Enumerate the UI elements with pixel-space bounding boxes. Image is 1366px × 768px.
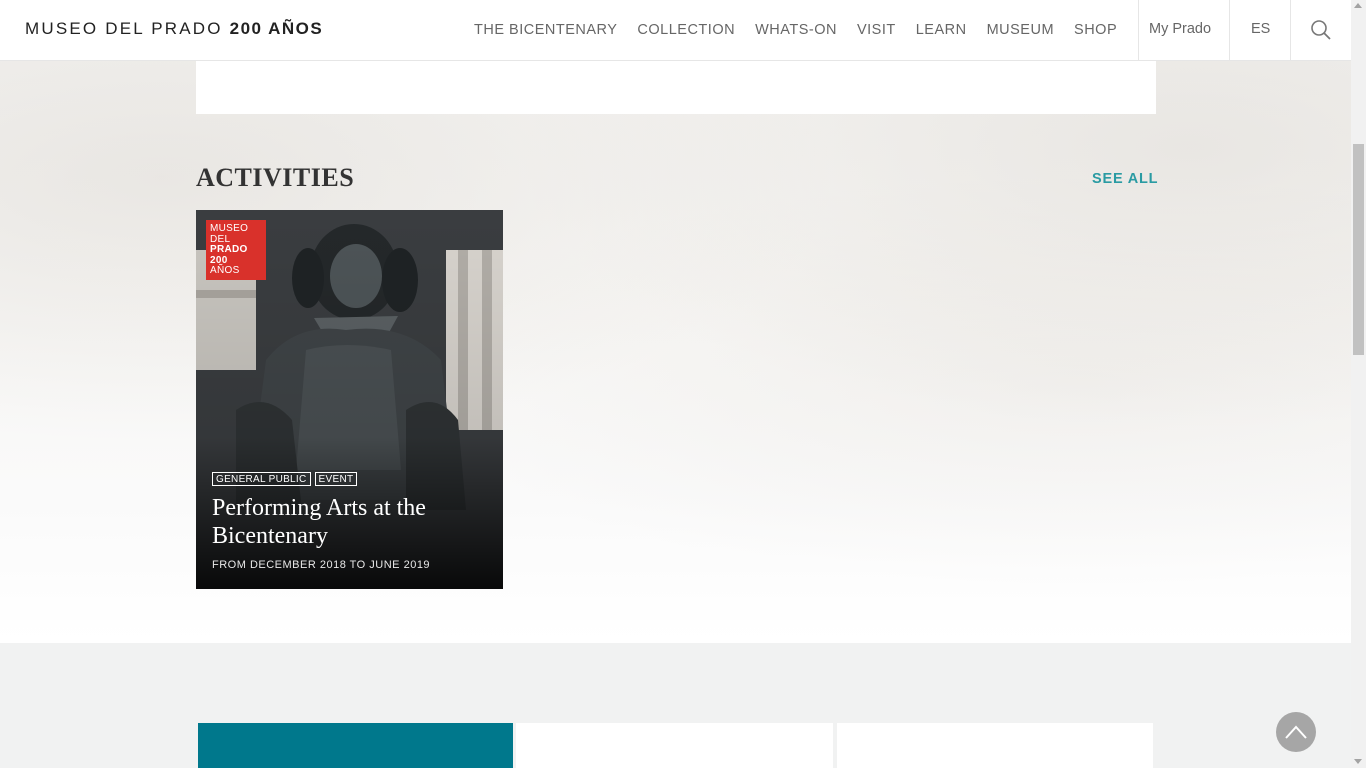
- nav-item-shop[interactable]: SHOP: [1074, 22, 1117, 38]
- nav-item-museum[interactable]: MUSEUM: [987, 22, 1054, 38]
- see-all-link[interactable]: SEE ALL: [1092, 171, 1158, 187]
- search-button[interactable]: [1291, 0, 1351, 60]
- scroll-down-arrow[interactable]: [1354, 759, 1362, 764]
- feature-tile[interactable]: [198, 723, 513, 768]
- logo-anniversary: 200 AÑOS: [229, 19, 324, 38]
- card-date: FROM DECEMBER 2018 TO JUNE 2019: [212, 559, 431, 571]
- badge-line: AÑOS: [210, 265, 240, 277]
- content-panel: [196, 60, 1156, 114]
- anniversary-badge: MUSEO DEL PRADO 200 AÑOS: [206, 220, 266, 280]
- back-to-top-button[interactable]: [1276, 712, 1316, 752]
- site-header: MUSEO DEL PRADO 200 AÑOS THE BICENTENARY…: [0, 0, 1351, 61]
- feature-tile[interactable]: [516, 723, 833, 768]
- badge-line: MUSEO: [210, 223, 249, 234]
- tag-general-public[interactable]: GENERAL PUBLIC: [212, 472, 311, 486]
- nav-item-learn[interactable]: LEARN: [916, 22, 967, 38]
- card-tags: GENERAL PUBLIC EVENT: [212, 472, 358, 486]
- nav-divider: [1229, 0, 1230, 60]
- my-prado-link[interactable]: My Prado: [1149, 21, 1211, 37]
- section-title: ACTIVITIES: [196, 163, 355, 192]
- page-scrollbar[interactable]: [1351, 0, 1366, 768]
- scroll-thumb[interactable]: [1353, 144, 1364, 355]
- nav-item-visit[interactable]: VISIT: [857, 22, 896, 38]
- nav-item-collection[interactable]: COLLECTION: [637, 22, 735, 38]
- nav-item-bicentenary[interactable]: THE BICENTENARY: [474, 22, 617, 38]
- nav-item-whats-on[interactable]: WHATS-ON: [755, 22, 837, 38]
- logo-text: MUSEO DEL PRADO: [25, 19, 223, 38]
- search-icon: [1311, 20, 1331, 40]
- main-nav: THE BICENTENARY COLLECTION WHATS-ON VISI…: [464, 0, 1127, 60]
- language-switch[interactable]: ES: [1251, 21, 1270, 37]
- tag-event[interactable]: EVENT: [314, 472, 358, 486]
- site-logo[interactable]: MUSEO DEL PRADO 200 AÑOS: [25, 19, 323, 39]
- scroll-up-arrow[interactable]: [1354, 3, 1362, 8]
- chevron-up-icon: [1285, 725, 1307, 739]
- activity-card[interactable]: MUSEO DEL PRADO 200 AÑOS GENERAL PUBLIC …: [196, 210, 503, 589]
- feature-tile[interactable]: [837, 723, 1153, 768]
- nav-divider: [1138, 0, 1139, 60]
- card-title[interactable]: Performing Arts at the Bicentenary: [212, 494, 492, 550]
